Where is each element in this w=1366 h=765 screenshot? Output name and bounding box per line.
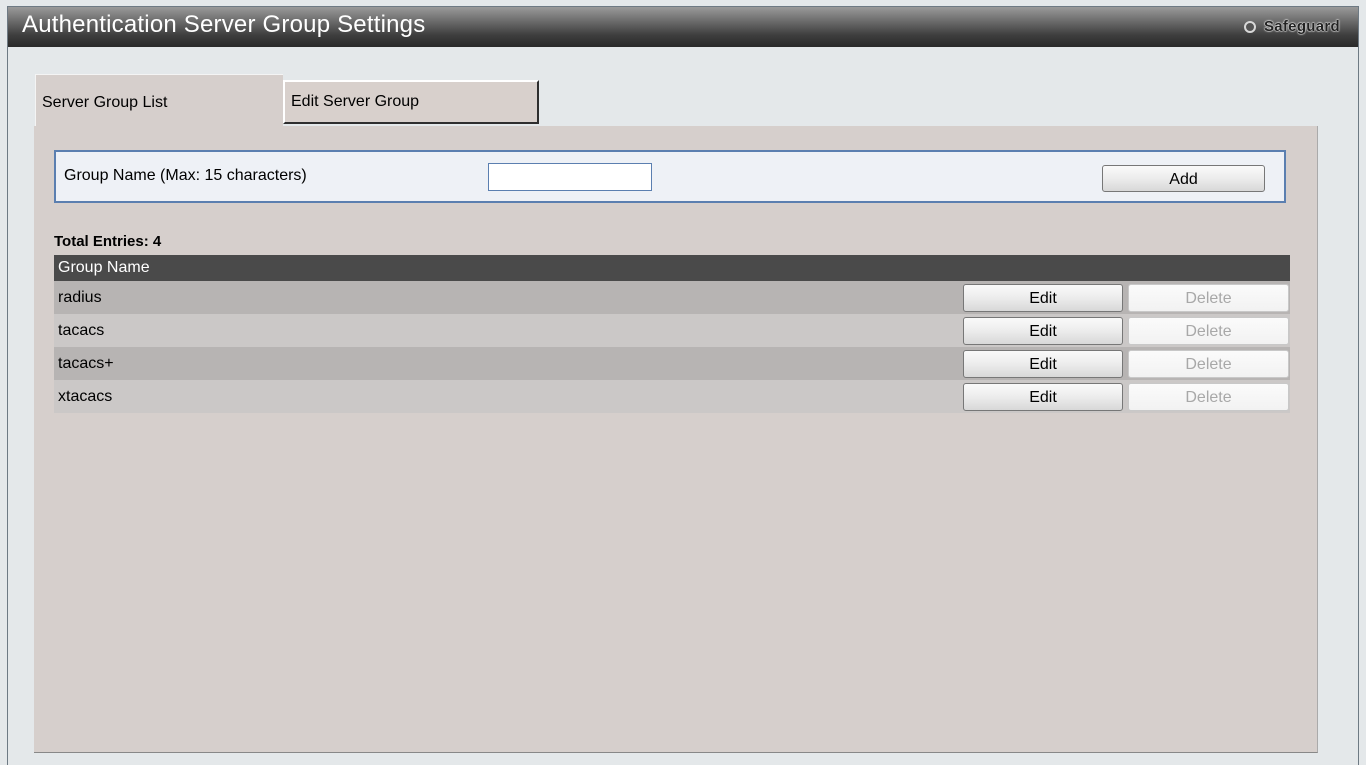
safeguard-indicator: Safeguard [1243,18,1340,35]
group-name-cell: radius [58,289,102,306]
total-entries: Total Entries: 4 [54,233,162,250]
edit-button[interactable]: Edit [963,350,1123,378]
group-name-cell: xtacacs [58,388,113,405]
title-bar: Authentication Server Group Settings Saf… [8,7,1358,47]
page-title: Authentication Server Group Settings [22,11,426,38]
edit-button[interactable]: Edit [963,317,1123,345]
delete-button: Delete [1128,350,1289,378]
safeguard-label: Safeguard [1263,18,1340,35]
group-name-input[interactable] [488,163,652,191]
group-name-cell: tacacs+ [58,355,114,372]
delete-button: Delete [1128,317,1289,345]
tab-server-group-list[interactable]: Server Group List [35,74,283,127]
group-table: Group Name radius Edit Delete tacacs Edi… [54,255,1290,413]
group-name-cell: tacacs [58,322,105,339]
table-row: tacacs Edit Delete [54,314,1290,347]
add-group-form: Group Name (Max: 15 characters) Add [54,150,1286,203]
table-row: tacacs+ Edit Delete [54,347,1290,380]
delete-button: Delete [1128,383,1289,411]
column-header-group-name: Group Name [54,255,1290,281]
table-row: radius Edit Delete [54,281,1290,314]
edit-button[interactable]: Edit [963,284,1123,312]
status-circle-icon [1243,20,1256,33]
table-row: xtacacs Edit Delete [54,380,1290,413]
add-button[interactable]: Add [1102,165,1265,192]
tab-panel: Group Name (Max: 15 characters) Add Tota… [34,126,1318,753]
delete-button: Delete [1128,284,1289,312]
group-name-label: Group Name (Max: 15 characters) [64,167,307,184]
tab-edit-server-group[interactable]: Edit Server Group [283,80,539,124]
edit-button[interactable]: Edit [963,383,1123,411]
